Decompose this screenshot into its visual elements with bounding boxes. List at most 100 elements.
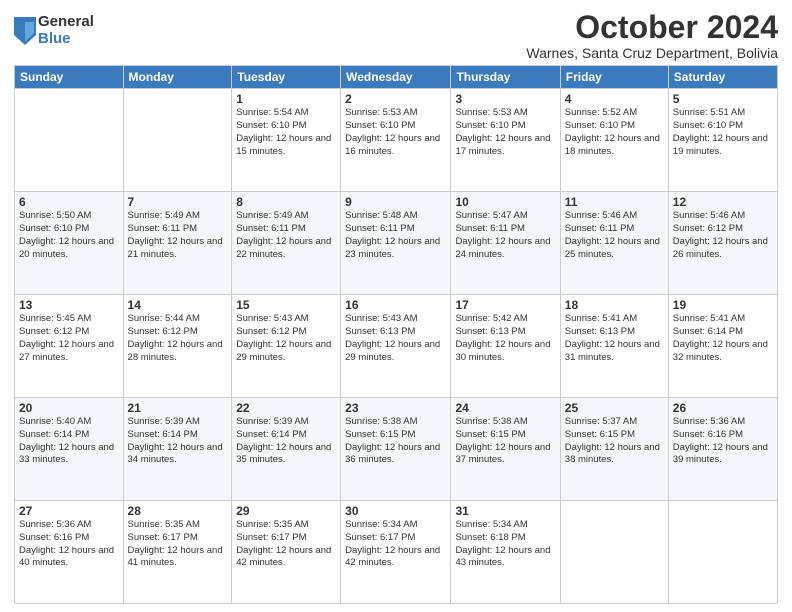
logo-blue: Blue [38, 31, 94, 48]
calendar-cell: 8Sunrise: 5:49 AM Sunset: 6:11 PM Daylig… [232, 192, 341, 295]
day-info: Sunrise: 5:37 AM Sunset: 6:15 PM Dayligh… [565, 416, 664, 467]
calendar-cell: 3Sunrise: 5:53 AM Sunset: 6:10 PM Daylig… [451, 89, 560, 192]
calendar-cell [560, 501, 668, 604]
day-info: Sunrise: 5:49 AM Sunset: 6:11 PM Dayligh… [236, 210, 336, 261]
day-of-week-header: Thursday [451, 66, 560, 89]
page: General Blue October 2024 Warnes, Santa … [0, 0, 792, 612]
logo-icon [14, 17, 36, 45]
day-number: 12 [673, 195, 773, 209]
day-number: 17 [455, 298, 555, 312]
day-of-week-header: Saturday [668, 66, 777, 89]
day-info: Sunrise: 5:47 AM Sunset: 6:11 PM Dayligh… [455, 210, 555, 261]
location-subtitle: Warnes, Santa Cruz Department, Bolivia [526, 45, 778, 61]
day-of-week-header: Wednesday [341, 66, 451, 89]
day-info: Sunrise: 5:52 AM Sunset: 6:10 PM Dayligh… [565, 107, 664, 158]
day-number: 15 [236, 298, 336, 312]
day-info: Sunrise: 5:51 AM Sunset: 6:10 PM Dayligh… [673, 107, 773, 158]
day-number: 27 [19, 504, 119, 518]
day-number: 26 [673, 401, 773, 415]
day-number: 6 [19, 195, 119, 209]
calendar-cell: 30Sunrise: 5:34 AM Sunset: 6:17 PM Dayli… [341, 501, 451, 604]
day-info: Sunrise: 5:43 AM Sunset: 6:13 PM Dayligh… [345, 313, 446, 364]
day-number: 30 [345, 504, 446, 518]
day-info: Sunrise: 5:35 AM Sunset: 6:17 PM Dayligh… [128, 519, 228, 570]
day-number: 13 [19, 298, 119, 312]
day-number: 21 [128, 401, 228, 415]
calendar-cell: 29Sunrise: 5:35 AM Sunset: 6:17 PM Dayli… [232, 501, 341, 604]
day-info: Sunrise: 5:39 AM Sunset: 6:14 PM Dayligh… [236, 416, 336, 467]
day-number: 9 [345, 195, 446, 209]
day-info: Sunrise: 5:45 AM Sunset: 6:12 PM Dayligh… [19, 313, 119, 364]
day-number: 31 [455, 504, 555, 518]
calendar-cell: 20Sunrise: 5:40 AM Sunset: 6:14 PM Dayli… [15, 398, 124, 501]
day-of-week-header: Friday [560, 66, 668, 89]
calendar-cell: 9Sunrise: 5:48 AM Sunset: 6:11 PM Daylig… [341, 192, 451, 295]
calendar-week-row: 13Sunrise: 5:45 AM Sunset: 6:12 PM Dayli… [15, 295, 778, 398]
calendar-cell: 1Sunrise: 5:54 AM Sunset: 6:10 PM Daylig… [232, 89, 341, 192]
calendar-cell: 22Sunrise: 5:39 AM Sunset: 6:14 PM Dayli… [232, 398, 341, 501]
day-info: Sunrise: 5:38 AM Sunset: 6:15 PM Dayligh… [455, 416, 555, 467]
calendar-cell: 13Sunrise: 5:45 AM Sunset: 6:12 PM Dayli… [15, 295, 124, 398]
calendar-cell: 25Sunrise: 5:37 AM Sunset: 6:15 PM Dayli… [560, 398, 668, 501]
day-info: Sunrise: 5:42 AM Sunset: 6:13 PM Dayligh… [455, 313, 555, 364]
day-info: Sunrise: 5:34 AM Sunset: 6:18 PM Dayligh… [455, 519, 555, 570]
day-info: Sunrise: 5:34 AM Sunset: 6:17 PM Dayligh… [345, 519, 446, 570]
day-number: 25 [565, 401, 664, 415]
day-number: 19 [673, 298, 773, 312]
header: General Blue October 2024 Warnes, Santa … [14, 10, 778, 61]
logo: General Blue [14, 14, 94, 47]
calendar-cell: 24Sunrise: 5:38 AM Sunset: 6:15 PM Dayli… [451, 398, 560, 501]
day-number: 22 [236, 401, 336, 415]
day-number: 5 [673, 92, 773, 106]
calendar-cell: 16Sunrise: 5:43 AM Sunset: 6:13 PM Dayli… [341, 295, 451, 398]
day-info: Sunrise: 5:53 AM Sunset: 6:10 PM Dayligh… [345, 107, 446, 158]
calendar-cell: 17Sunrise: 5:42 AM Sunset: 6:13 PM Dayli… [451, 295, 560, 398]
calendar-cell: 14Sunrise: 5:44 AM Sunset: 6:12 PM Dayli… [123, 295, 232, 398]
month-title: October 2024 [526, 10, 778, 45]
calendar-cell: 28Sunrise: 5:35 AM Sunset: 6:17 PM Dayli… [123, 501, 232, 604]
day-number: 24 [455, 401, 555, 415]
day-info: Sunrise: 5:53 AM Sunset: 6:10 PM Dayligh… [455, 107, 555, 158]
calendar-cell [15, 89, 124, 192]
calendar-cell: 21Sunrise: 5:39 AM Sunset: 6:14 PM Dayli… [123, 398, 232, 501]
logo-text: General Blue [38, 14, 94, 47]
day-info: Sunrise: 5:39 AM Sunset: 6:14 PM Dayligh… [128, 416, 228, 467]
day-number: 28 [128, 504, 228, 518]
calendar-cell: 4Sunrise: 5:52 AM Sunset: 6:10 PM Daylig… [560, 89, 668, 192]
calendar-cell: 31Sunrise: 5:34 AM Sunset: 6:18 PM Dayli… [451, 501, 560, 604]
day-number: 29 [236, 504, 336, 518]
calendar-cell: 5Sunrise: 5:51 AM Sunset: 6:10 PM Daylig… [668, 89, 777, 192]
day-number: 23 [345, 401, 446, 415]
day-number: 8 [236, 195, 336, 209]
calendar-cell: 11Sunrise: 5:46 AM Sunset: 6:11 PM Dayli… [560, 192, 668, 295]
calendar-header-row: SundayMondayTuesdayWednesdayThursdayFrid… [15, 66, 778, 89]
calendar-week-row: 20Sunrise: 5:40 AM Sunset: 6:14 PM Dayli… [15, 398, 778, 501]
day-info: Sunrise: 5:43 AM Sunset: 6:12 PM Dayligh… [236, 313, 336, 364]
day-number: 3 [455, 92, 555, 106]
day-info: Sunrise: 5:44 AM Sunset: 6:12 PM Dayligh… [128, 313, 228, 364]
day-info: Sunrise: 5:50 AM Sunset: 6:10 PM Dayligh… [19, 210, 119, 261]
calendar-week-row: 6Sunrise: 5:50 AM Sunset: 6:10 PM Daylig… [15, 192, 778, 295]
calendar-cell: 15Sunrise: 5:43 AM Sunset: 6:12 PM Dayli… [232, 295, 341, 398]
day-info: Sunrise: 5:36 AM Sunset: 6:16 PM Dayligh… [673, 416, 773, 467]
calendar-cell: 2Sunrise: 5:53 AM Sunset: 6:10 PM Daylig… [341, 89, 451, 192]
day-of-week-header: Sunday [15, 66, 124, 89]
calendar-cell: 7Sunrise: 5:49 AM Sunset: 6:11 PM Daylig… [123, 192, 232, 295]
day-info: Sunrise: 5:35 AM Sunset: 6:17 PM Dayligh… [236, 519, 336, 570]
day-info: Sunrise: 5:54 AM Sunset: 6:10 PM Dayligh… [236, 107, 336, 158]
day-info: Sunrise: 5:40 AM Sunset: 6:14 PM Dayligh… [19, 416, 119, 467]
day-number: 7 [128, 195, 228, 209]
calendar-cell: 26Sunrise: 5:36 AM Sunset: 6:16 PM Dayli… [668, 398, 777, 501]
day-info: Sunrise: 5:46 AM Sunset: 6:11 PM Dayligh… [565, 210, 664, 261]
calendar-cell: 19Sunrise: 5:41 AM Sunset: 6:14 PM Dayli… [668, 295, 777, 398]
calendar-cell: 6Sunrise: 5:50 AM Sunset: 6:10 PM Daylig… [15, 192, 124, 295]
calendar-week-row: 1Sunrise: 5:54 AM Sunset: 6:10 PM Daylig… [15, 89, 778, 192]
calendar-cell [668, 501, 777, 604]
day-number: 2 [345, 92, 446, 106]
calendar-cell: 10Sunrise: 5:47 AM Sunset: 6:11 PM Dayli… [451, 192, 560, 295]
calendar-cell: 12Sunrise: 5:46 AM Sunset: 6:12 PM Dayli… [668, 192, 777, 295]
calendar-cell: 18Sunrise: 5:41 AM Sunset: 6:13 PM Dayli… [560, 295, 668, 398]
day-info: Sunrise: 5:41 AM Sunset: 6:13 PM Dayligh… [565, 313, 664, 364]
day-info: Sunrise: 5:48 AM Sunset: 6:11 PM Dayligh… [345, 210, 446, 261]
day-number: 20 [19, 401, 119, 415]
